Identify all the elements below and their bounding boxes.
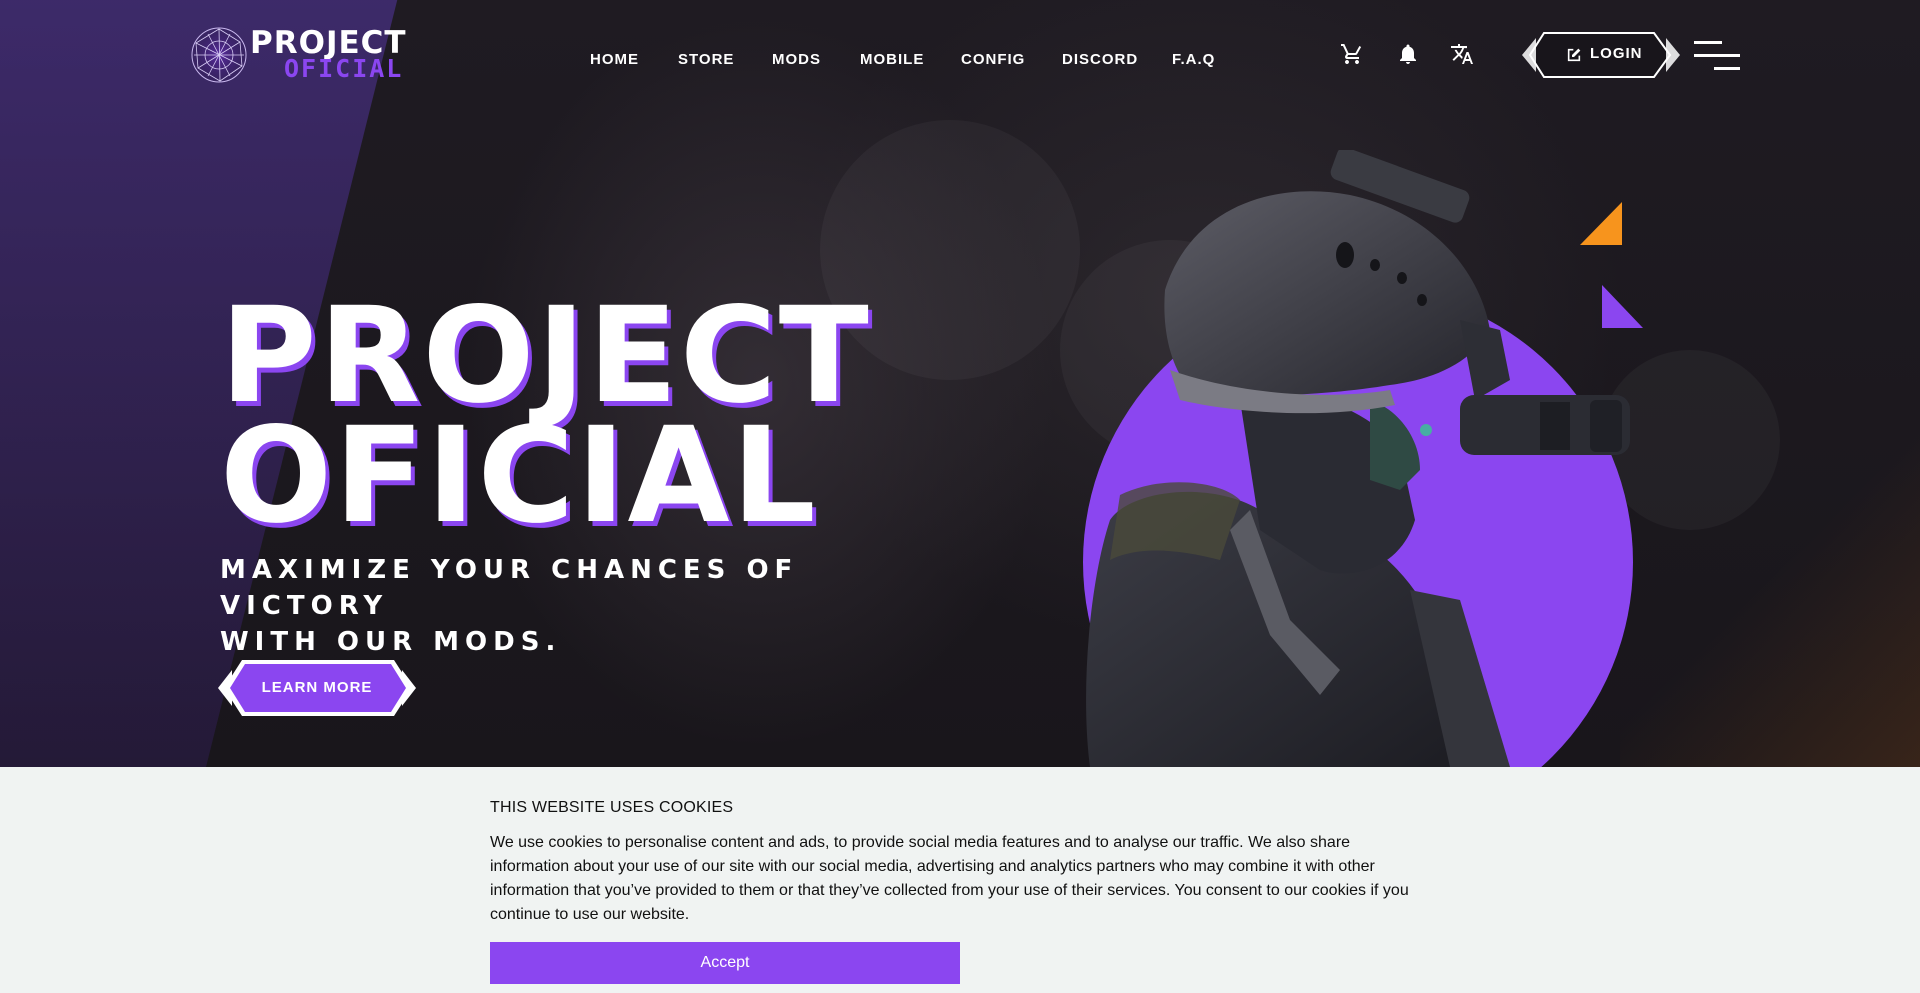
nav-faq[interactable]: F.A.Q [1172,50,1215,70]
hero-subtitle-line2: WITH OUR MODS. [220,627,562,657]
purple-triangle-decor [1602,285,1643,328]
nav-mobile[interactable]: MOBILE [860,50,924,70]
hamburger-menu-icon[interactable] [1694,40,1740,72]
hero-section: PROJECT OFICIAL HOME STORE MODS MOBILE C… [0,0,1920,767]
bell-icon[interactable] [1396,42,1420,66]
cookie-banner-title: THIS WEBSITE USES COOKIES [490,799,734,816]
wireframe-globe-icon [191,27,247,83]
accept-cookies-button[interactable]: Accept [490,942,960,984]
learn-more-label: LEARN MORE [261,679,373,696]
translate-icon[interactable] [1450,42,1474,66]
orange-triangle-decor [1580,202,1622,245]
logo-wordmark-bottom: OFICIAL [284,54,404,83]
nav-discord[interactable]: DISCORD [1062,50,1138,70]
login-label: LOGIN [1590,45,1643,62]
learn-more-button[interactable]: LEARN MORE [218,658,416,718]
login-button[interactable]: LOGIN [1522,30,1680,80]
nav-config[interactable]: CONFIG [961,50,1025,70]
hero-subtitle: MAXIMIZE YOUR CHANCES OF VICTORY WITH OU… [220,552,940,660]
soldier-artwork [1083,150,1643,767]
nav-mods[interactable]: MODS [772,50,821,70]
cookie-banner-text: We use cookies to personalise content an… [490,834,1409,923]
cart-icon[interactable] [1340,42,1364,66]
hero-subtitle-line1: MAXIMIZE YOUR CHANCES OF VICTORY [220,555,799,621]
hero-title-line1: PROJECT [220,279,871,433]
nav-home[interactable]: HOME [590,50,639,70]
cookie-banner: THIS WEBSITE USES COOKIES We use cookies… [0,767,1920,993]
hero-title-line2: OFICIAL [220,399,818,553]
site-logo[interactable]: PROJECT OFICIAL [190,24,440,84]
edit-icon [1567,48,1581,62]
nav-store[interactable]: STORE [678,50,734,70]
